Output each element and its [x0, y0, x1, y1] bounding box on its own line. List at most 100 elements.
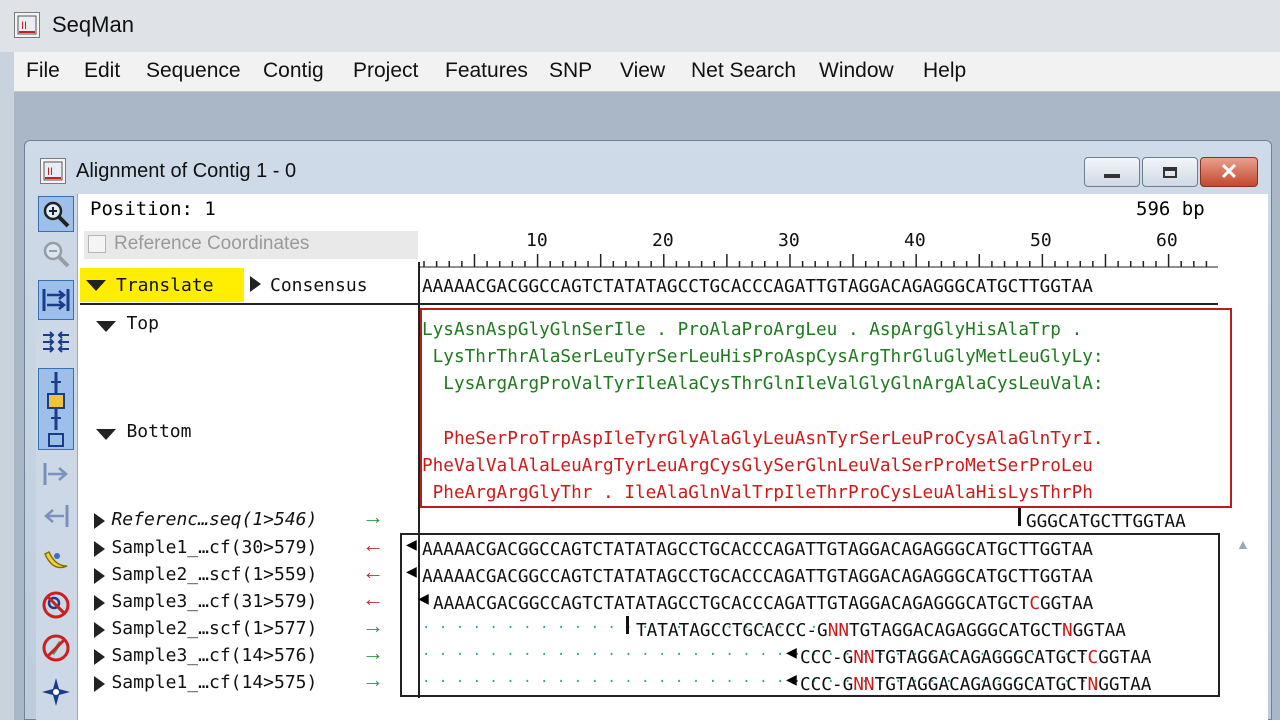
no-edit-tool[interactable] [38, 630, 74, 666]
move-left-icon [44, 505, 69, 527]
read-row-reference[interactable]: Referenc…seq(1>546) [94, 509, 318, 530]
read-name: Referenc…seq(1>546) [111, 509, 318, 530]
ruler-tick-10: 10 [526, 230, 548, 251]
translate-label: Translate [116, 275, 214, 296]
close-button[interactable]: ✕ [1200, 157, 1258, 187]
sequence-segment: AAAACGACGGCCAGTCTATATAGCCTGCACCCAGATTGTA… [433, 594, 1030, 614]
menu-window[interactable]: Window [819, 59, 894, 83]
sequence-segment: GGTAA [1072, 621, 1126, 641]
mismatch-base: NN [853, 675, 875, 695]
top-frame-3: LysArgArgProValTyrIleAlaCysThrGlnIleValG… [422, 374, 1104, 394]
menu-help[interactable]: Help [923, 59, 966, 83]
forward-arrow-icon: → [362, 640, 384, 665]
expand-triangle-icon [94, 512, 105, 529]
alignment-window-icon[interactable]: II [40, 158, 66, 184]
ruler-tick-30: 30 [778, 230, 800, 251]
translate-toggle[interactable]: Translate [80, 268, 244, 302]
read-end-marker-icon: ◀ [786, 644, 797, 660]
read-end-marker-icon: ◀ [418, 590, 429, 606]
mismatch-base: C [1029, 594, 1040, 614]
top-frame-1: LysAsnAspGlyGlnSerIle . ProAlaProArgLeu … [422, 320, 1083, 340]
read-sequence[interactable]: CCC-GNNTGTAGGACAGAGGGCATGCTNGGTAA [800, 675, 1151, 695]
menu-features[interactable]: Features [445, 59, 528, 83]
expand-triangle-icon [94, 594, 105, 611]
bottom-frames-toggle[interactable]: Bottom [96, 421, 191, 444]
zoom-in-tool[interactable] [38, 196, 74, 232]
mismatch-base: NN [853, 648, 875, 668]
position-ruler [418, 254, 1218, 268]
read-row-sample2-rev[interactable]: Sample2_…scf(1>559) [94, 564, 317, 585]
sequence-segment: CCC-G [800, 675, 854, 695]
reverse-arrow-icon: ← [362, 559, 384, 584]
expand-tool[interactable] [38, 280, 74, 320]
menu-sequence[interactable]: Sequence [146, 59, 241, 83]
bottom-frames-label: Bottom [126, 421, 192, 442]
length-readout: 596 bp [1136, 198, 1205, 220]
bottom-frame-1: PheSerProTrpAspIleTyrGlyAlaGlyLeuAsnTyrS… [422, 429, 1104, 449]
reference-coordinates-checkbox[interactable] [88, 235, 106, 253]
reverse-arrow-icon: ← [362, 586, 384, 611]
read-row-sample3-rev[interactable]: Sample3_…cf(31>579) [94, 591, 317, 612]
menu-net-search[interactable]: Net Search [691, 59, 796, 83]
no-search-tool[interactable] [38, 587, 74, 623]
read-name: Sample3_…cf(14>576) [111, 645, 318, 666]
banana-tool[interactable] [38, 543, 74, 579]
menu-contig[interactable]: Contig [263, 59, 324, 83]
read-sequence[interactable]: CCC-GNNTGTAGGACAGAGGGCATGCTCGGTAA [800, 648, 1151, 668]
zoom-out-tool[interactable] [38, 236, 74, 272]
top-frame-2: LysThrThrAlaSerLeuTyrSerLeuHisProAspCysA… [422, 347, 1104, 367]
bottom-frame-2: PheValValAlaLeuArgTyrLeuArgCysGlySerGlnL… [422, 456, 1093, 476]
collapse-triangle-icon [96, 429, 116, 441]
read-sequence[interactable]: AAAAACGACGGCCAGTCTATATAGCCTGCACCCAGATTGT… [422, 540, 1093, 560]
read-row-sample1-rev[interactable]: Sample1_…cf(30>579) [94, 537, 317, 558]
minimize-icon [1104, 174, 1120, 178]
svg-text:II: II [21, 20, 27, 32]
sequence-segment: CCC-G [800, 648, 854, 668]
move-left-tool[interactable] [38, 498, 74, 534]
bottom-frame-3: PheArgArgGlyThr . IleAlaGlnValTrpIleThrP… [422, 483, 1093, 503]
reverse-arrow-icon: ← [362, 532, 384, 557]
app-title: SeqMan [52, 12, 134, 37]
read-sequence[interactable]: TATATAGCCTGCACCC-GNNTGTAGGACAGAGGGCATGCT… [636, 621, 1126, 641]
translation-selection-box: LysAsnAspGlyGlnSerIle . ProAlaProArgLeu … [420, 308, 1232, 508]
read-sequence[interactable]: GGGCATGCTTGGTAA [1026, 512, 1186, 532]
read-sequence[interactable]: AAAACGACGGCCAGTCTATATAGCCTGCACCCAGATTGTA… [433, 594, 1093, 614]
forward-arrow-icon: → [362, 667, 384, 692]
no-edit-icon [42, 634, 70, 662]
menu-view[interactable]: View [620, 59, 665, 83]
consensus-sequence[interactable]: AAAAACGACGGCCAGTCTATATAGCCTGCACCCAGATTGT… [422, 277, 1093, 297]
svg-text:II: II [47, 166, 53, 178]
sequence-segment: TGTAGGACAGAGGGCATGCT [874, 648, 1088, 668]
read-row-sample2-fwd[interactable]: Sample2_…scf(1>577) [94, 618, 317, 639]
navigate-tool[interactable] [38, 674, 74, 710]
menu-file[interactable]: File [26, 59, 60, 83]
position-readout: Position: 1 [90, 198, 216, 220]
mismatch-base: N [1061, 621, 1073, 641]
menu-project[interactable]: Project [353, 59, 418, 83]
read-row-sample1-fwd[interactable]: Sample1_…cf(14>575) [94, 672, 317, 693]
read-start-marker [626, 616, 629, 634]
read-start-marker [1018, 508, 1021, 526]
sequence-segment: GGTAA [1040, 594, 1094, 614]
compress-tool[interactable] [38, 324, 74, 360]
top-frames-toggle[interactable]: Top [96, 313, 159, 336]
menu-snp[interactable]: SNP [549, 59, 592, 83]
move-right-tool[interactable] [38, 456, 74, 492]
ruler-tick-60: 60 [1156, 230, 1178, 251]
zoom-out-icon [43, 241, 70, 268]
read-sequence[interactable]: AAAAACGACGGCCAGTCTATATAGCCTGCACCCAGATTGT… [422, 567, 1093, 587]
consensus-label: Consensus [270, 275, 368, 296]
scale-slider[interactable] [38, 368, 74, 450]
banana-icon [44, 550, 68, 569]
seqman-app-icon[interactable]: II [14, 12, 40, 38]
scroll-up-icon[interactable]: ▲ [1236, 536, 1250, 552]
close-icon: ✕ [1219, 159, 1239, 184]
move-right-icon [43, 463, 68, 485]
menu-edit[interactable]: Edit [84, 59, 120, 83]
read-row-sample3-fwd[interactable]: Sample3_…cf(14>576) [94, 645, 318, 666]
maximize-button[interactable] [1142, 157, 1198, 187]
minimize-button[interactable] [1084, 157, 1140, 187]
ruler-tick-40: 40 [904, 230, 926, 251]
expand-triangle-icon [94, 675, 105, 692]
sequence-segment: GGTAA [1098, 648, 1152, 668]
